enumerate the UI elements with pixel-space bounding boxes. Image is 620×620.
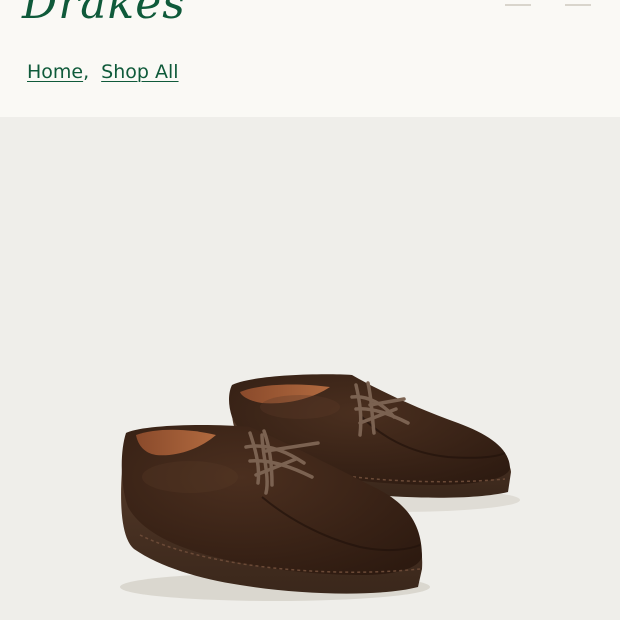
product-page: Drakes Home, Shop All xyxy=(0,0,620,620)
breadcrumb-separator: , xyxy=(83,61,90,83)
breadcrumb-shop-all-link[interactable]: Shop All xyxy=(101,61,178,83)
account-icon[interactable] xyxy=(505,0,531,6)
site-header: Drakes Home, Shop All xyxy=(0,0,620,117)
product-image-gallery xyxy=(0,117,620,620)
suede-derby-shoes-image[interactable] xyxy=(0,117,620,620)
cart-icon[interactable] xyxy=(565,0,591,6)
brand-logo[interactable]: Drakes xyxy=(22,0,186,29)
breadcrumb-home-link[interactable]: Home xyxy=(27,61,83,83)
breadcrumb: Home, Shop All xyxy=(27,61,179,83)
